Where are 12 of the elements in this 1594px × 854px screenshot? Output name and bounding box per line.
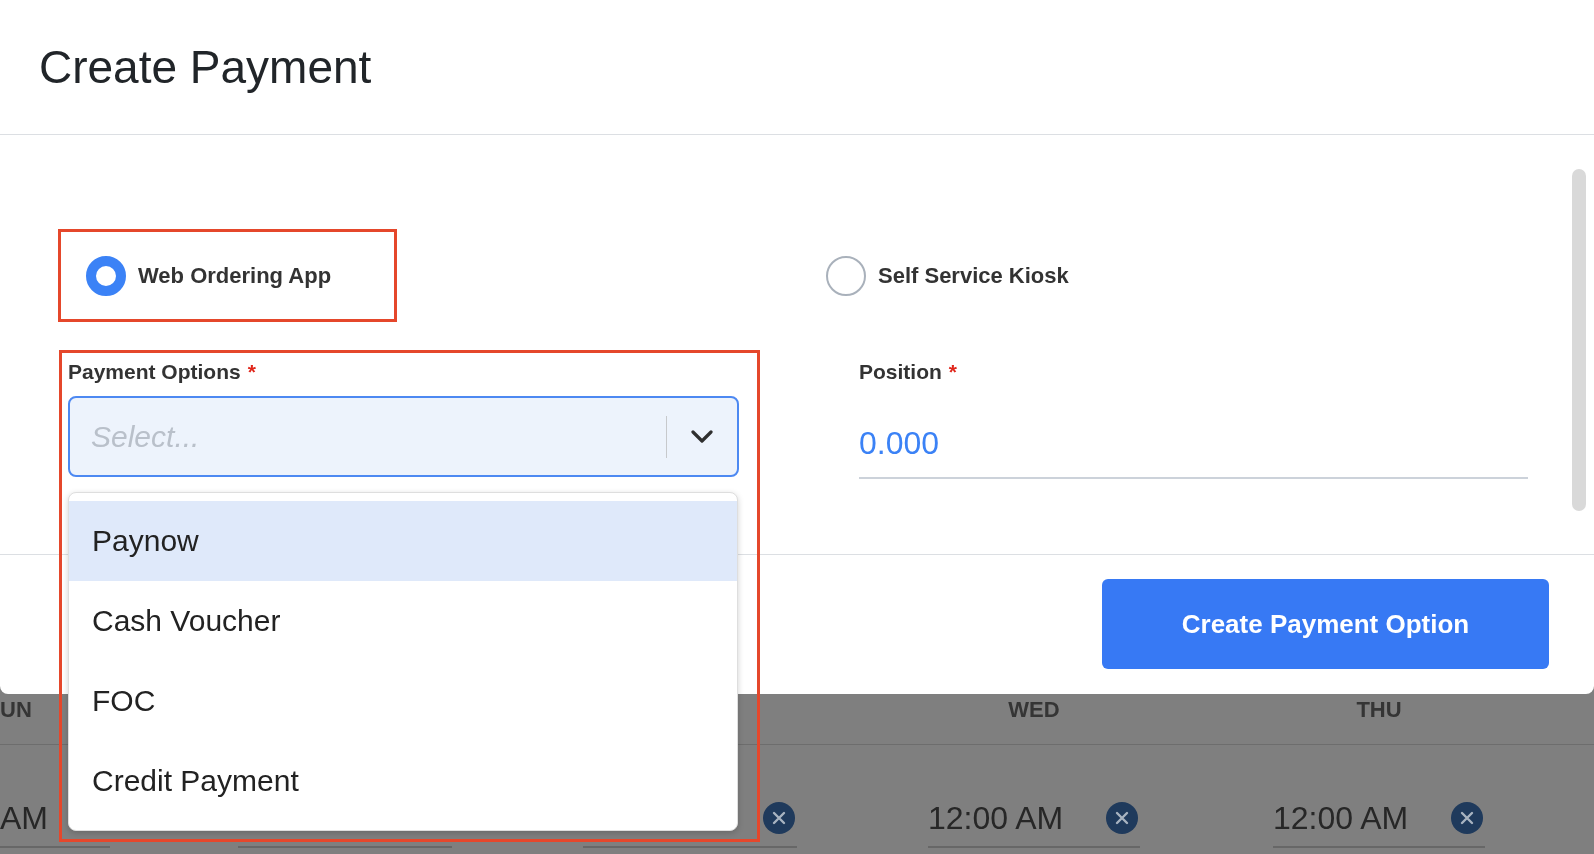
position-value: 0.000 bbox=[859, 424, 941, 463]
field-label: Payment Options bbox=[68, 360, 241, 384]
required-mark: * bbox=[948, 360, 958, 384]
time-value: 12:00 AM bbox=[1273, 799, 1409, 838]
time-value: 12:00 AM bbox=[928, 799, 1064, 838]
dialog-title: Create Payment bbox=[39, 40, 372, 95]
time-value: AM bbox=[0, 799, 48, 838]
column-header: THU bbox=[1355, 697, 1403, 724]
required-mark: * bbox=[247, 360, 256, 384]
field-label: Position bbox=[859, 360, 942, 384]
column-header: WED bbox=[1007, 697, 1061, 724]
column-header: UN bbox=[0, 697, 32, 724]
